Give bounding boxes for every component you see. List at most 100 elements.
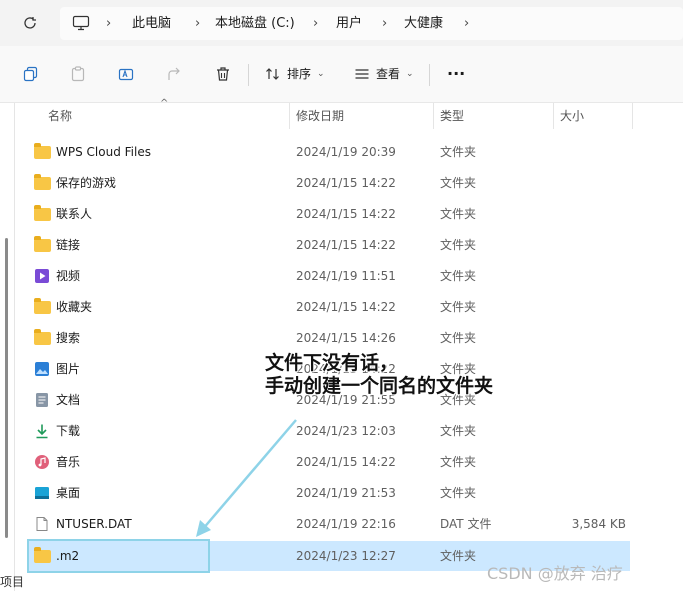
chevron-right-icon[interactable]: › — [106, 7, 111, 40]
delete-button[interactable] — [213, 64, 233, 84]
file-date: 2024/1/15 14:22 — [296, 455, 396, 469]
file-name: 图片 — [56, 362, 81, 376]
chevron-right-icon[interactable]: › — [382, 7, 387, 40]
column-header-type[interactable]: 类型 — [440, 103, 464, 129]
file-type: 文件夹 — [440, 331, 477, 345]
file-size — [548, 261, 626, 291]
more-options-button[interactable]: ··· — [447, 62, 465, 86]
folder-icon — [34, 143, 51, 159]
file-type: 文件夹 — [440, 486, 477, 500]
file-size — [548, 416, 626, 446]
copy-icon — [23, 66, 38, 82]
breadcrumb-local-disk[interactable]: 本地磁盘 (C:) — [215, 7, 295, 40]
file-type: 文件夹 — [440, 238, 477, 252]
file-name: 文档 — [56, 393, 81, 407]
pane-divider — [14, 103, 15, 591]
paste-button[interactable] — [68, 64, 88, 84]
desktop-folder-icon — [35, 487, 49, 499]
file-date: 2024/1/19 21:53 — [296, 486, 396, 500]
file-size — [548, 199, 626, 229]
file-name: 联系人 — [56, 207, 93, 221]
share-button[interactable] — [165, 64, 185, 84]
file-size — [548, 323, 626, 353]
breadcrumb-current-folder[interactable]: 大健康 — [404, 7, 443, 40]
file-name: NTUSER.DAT — [56, 517, 132, 531]
address-bar-area: › 此电脑 › 本地磁盘 (C:) › 用户 › 大健康 › — [0, 0, 683, 46]
file-name: 搜索 — [56, 331, 81, 345]
file-date: 2024/1/15 14:22 — [296, 176, 396, 190]
breadcrumb-users[interactable]: 用户 — [336, 7, 362, 40]
breadcrumb-this-pc[interactable]: 此电脑 — [132, 7, 171, 40]
command-bar: 排序 ⌄ 查看 ⌄ ··· — [0, 46, 683, 103]
list-item[interactable]: 搜索 2024/1/15 14:26 文件夹 — [28, 323, 630, 353]
annotation-text: 文件下没有话， 手动创建一个同名的文件夹 — [265, 352, 493, 398]
file-type: 文件夹 — [440, 145, 477, 159]
file-type: DAT 文件 — [440, 517, 492, 531]
sort-icon — [266, 68, 279, 80]
refresh-button[interactable] — [20, 13, 40, 33]
file-date: 2024/1/15 14:22 — [296, 238, 396, 252]
list-item[interactable]: 桌面 2024/1/19 21:53 文件夹 — [28, 478, 630, 508]
file-date: 2024/1/15 14:22 — [296, 207, 396, 221]
column-resize-handle[interactable] — [553, 103, 554, 129]
column-header-size[interactable]: 大小 — [560, 103, 584, 129]
chevron-right-icon[interactable]: › — [464, 7, 469, 40]
file-type: 文件夹 — [440, 300, 477, 314]
file-size — [548, 292, 626, 322]
chevron-down-icon: ⌄ — [406, 69, 414, 79]
list-item[interactable]: WPS Cloud Files 2024/1/19 20:39 文件夹 — [28, 137, 630, 167]
pictures-folder-icon — [35, 362, 49, 376]
status-bar-items: 项目 — [0, 575, 25, 589]
sort-button[interactable]: 排序 ⌄ — [265, 62, 325, 86]
downloads-folder-icon — [36, 424, 48, 439]
computer-icon — [72, 15, 90, 31]
list-item[interactable]: 下载 2024/1/23 12:03 文件夹 — [28, 416, 630, 446]
file-size — [548, 230, 626, 260]
file-icon — [36, 517, 48, 531]
column-header-date[interactable]: 修改日期 — [296, 103, 344, 129]
file-name: WPS Cloud Files — [56, 145, 151, 159]
list-item[interactable]: 收藏夹 2024/1/15 14:22 文件夹 — [28, 292, 630, 322]
file-size — [548, 447, 626, 477]
list-item[interactable]: 联系人 2024/1/15 14:22 文件夹 — [28, 199, 630, 229]
file-type: 文件夹 — [440, 424, 477, 438]
list-item[interactable]: NTUSER.DAT 2024/1/19 22:16 DAT 文件 3,584 KB — [28, 509, 630, 539]
list-item[interactable]: 音乐 2024/1/15 14:22 文件夹 — [28, 447, 630, 477]
documents-folder-icon — [36, 393, 48, 407]
folder-icon — [34, 329, 51, 345]
file-type: 文件夹 — [440, 269, 477, 283]
paste-icon — [71, 66, 85, 82]
file-date: 2024/1/23 12:27 — [296, 549, 396, 563]
folder-icon — [34, 174, 51, 190]
file-size — [548, 137, 626, 167]
refresh-icon — [24, 17, 36, 29]
file-name: 视频 — [56, 269, 81, 283]
copy-button[interactable] — [21, 64, 41, 84]
highlight-box — [27, 539, 210, 573]
file-name: 收藏夹 — [56, 300, 93, 314]
file-date: 2024/1/15 14:22 — [296, 300, 396, 314]
file-name: 音乐 — [56, 455, 81, 469]
annotation-line-1: 文件下没有话， — [265, 352, 399, 374]
view-label: 查看 — [376, 67, 401, 81]
list-item[interactable]: 保存的游戏 2024/1/15 14:22 文件夹 — [28, 168, 630, 198]
annotation-line-2: 手动创建一个同名的文件夹 — [265, 375, 494, 397]
folder-icon — [34, 298, 51, 314]
file-date: 2024/1/19 20:39 — [296, 145, 396, 159]
list-item[interactable]: 视频 2024/1/19 11:51 文件夹 — [28, 261, 630, 291]
view-button[interactable]: 查看 ⌄ — [354, 62, 414, 86]
rename-button[interactable] — [116, 64, 136, 84]
chevron-down-icon: ⌄ — [317, 69, 325, 79]
chevron-right-icon[interactable]: › — [195, 7, 200, 40]
list-item[interactable]: 链接 2024/1/15 14:22 文件夹 — [28, 230, 630, 260]
file-name: 桌面 — [56, 486, 81, 500]
column-header-name[interactable]: 名称 — [48, 103, 72, 129]
file-size: 3,584 KB — [571, 517, 626, 531]
column-resize-handle[interactable] — [433, 103, 434, 129]
address-bar[interactable]: › 此电脑 › 本地磁盘 (C:) › 用户 › 大健康 › — [60, 7, 683, 40]
chevron-right-icon[interactable]: › — [313, 7, 318, 40]
column-resize-handle[interactable] — [632, 103, 633, 129]
column-resize-handle[interactable] — [289, 103, 290, 129]
file-type: 文件夹 — [440, 455, 477, 469]
scrollbar-thumb[interactable] — [5, 238, 8, 538]
